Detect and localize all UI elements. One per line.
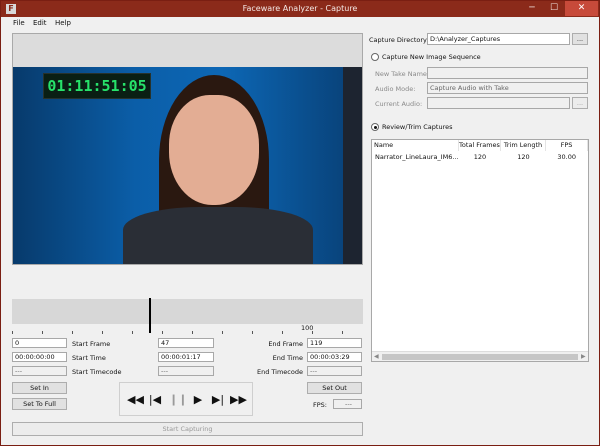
current-audio-label: Current Audio: [375,100,423,108]
end-timecode-label: End Timecode [256,368,303,376]
start-timecode-label: Start Timecode [72,368,122,376]
pause-icon[interactable]: ❙❙ [169,392,187,408]
review-trim-label: Review/Trim Captures [382,123,453,131]
column-header-trim-length[interactable]: Trim Length [501,140,546,151]
current-time-input[interactable]: 00:00:01:17 [158,352,214,362]
end-frame-label: End Frame [268,340,303,348]
fast-forward-icon[interactable]: ▶▶ [230,392,247,408]
end-time-label: End Time [272,354,303,362]
menu-bar: File Edit Help [1,17,599,30]
menu-edit[interactable]: Edit [33,19,47,27]
previous-frame-icon[interactable]: |◀ [147,392,163,408]
horizontal-scrollbar[interactable]: ◀ ▶ [372,351,588,361]
actor-body [123,207,313,264]
scrollbar-thumb[interactable] [382,354,578,360]
end-timecode-field: --- [307,366,362,376]
column-header-fps[interactable]: FPS [546,140,588,151]
row-trim-length: 120 [517,153,530,161]
timeline-track[interactable] [12,299,363,324]
fps-value: --- [333,399,362,409]
browse-directory-button[interactable]: ... [572,33,588,45]
window-title: Faceware Analyzer - Capture [242,4,358,13]
column-header-total-frames[interactable]: Total Frames [459,140,501,151]
capture-directory-input[interactable]: D:\Analyzer_Captures [427,33,570,45]
play-icon[interactable]: ▶ [190,392,206,408]
set-in-button[interactable]: Set In [12,382,67,394]
new-take-label: New Take Name: [375,70,430,78]
app-window: F Faceware Analyzer - Capture ─ ☐ ✕ File… [0,0,600,446]
start-frame-label: Start Frame [72,340,111,348]
menu-help[interactable]: Help [55,19,71,27]
audio-mode-select: Capture Audio with Take [427,82,588,94]
browse-audio-button: ... [572,97,588,109]
transport-controls: ◀◀ |◀ ❙❙ ▶ ▶| ▶▶ [119,382,253,416]
video-viewport[interactable]: 01:11:51:05 [12,33,363,265]
new-take-input [427,67,588,79]
start-capturing-button[interactable]: Start Capturing [12,422,363,436]
column-header-name[interactable]: Name [374,140,459,151]
end-time-input[interactable]: 00:00:03:29 [307,352,362,362]
minimize-button[interactable]: ─ [521,1,543,16]
start-timecode-field: --- [12,366,67,376]
new-sequence-radio[interactable] [371,53,379,61]
fps-label: FPS: [313,401,327,409]
current-audio-input [427,97,570,109]
row-name: Narrator_LineLaura_IM6... [375,153,459,161]
start-time-label: Start Time [72,354,106,362]
maximize-button[interactable]: ☐ [543,1,565,16]
actor-face [169,95,259,205]
current-frame-input[interactable]: 47 [158,338,214,348]
audio-mode-label: Audio Mode: [375,85,416,93]
title-bar: F Faceware Analyzer - Capture ─ ☐ ✕ [1,1,599,17]
end-frame-input[interactable]: 119 [307,338,362,348]
new-sequence-label: Capture New Image Sequence [382,53,481,61]
row-fps: 30.00 [557,153,576,161]
video-frame: 01:11:51:05 [13,67,362,264]
menu-file[interactable]: File [13,19,25,27]
captures-list[interactable]: Name Total Frames Trim Length FPS Narrat… [371,139,589,362]
row-total-frames: 120 [473,153,487,161]
scroll-right-icon[interactable]: ▶ [581,353,586,360]
capture-directory-label: Capture Directory: [369,36,429,44]
background-stand [343,67,362,264]
set-out-button[interactable]: Set Out [307,382,362,394]
review-trim-radio[interactable] [371,123,379,131]
set-to-full-button[interactable]: Set To Full [12,398,67,410]
start-frame-input[interactable]: 0 [12,338,67,348]
ruler-label: 100 [301,324,314,332]
next-frame-icon[interactable]: ▶| [210,392,226,408]
timecode-display: 01:11:51:05 [43,73,151,99]
scroll-left-icon[interactable]: ◀ [374,353,379,360]
rewind-icon[interactable]: ◀◀ [127,392,144,408]
start-time-input[interactable]: 00:00:00:00 [12,352,67,362]
close-button[interactable]: ✕ [565,1,598,16]
current-timecode-field: --- [158,366,214,376]
